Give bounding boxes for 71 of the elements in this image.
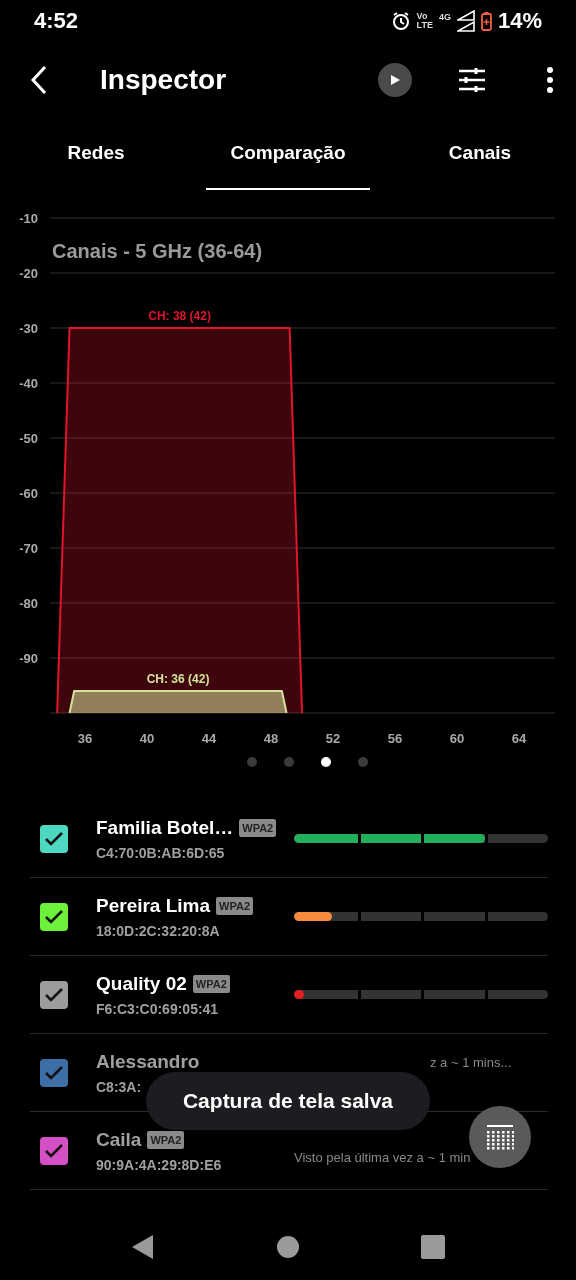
battery-icon bbox=[480, 11, 492, 31]
screen-title: Inspector bbox=[100, 64, 228, 96]
tab[interactable]: Comparação bbox=[206, 118, 370, 190]
last-seen: z a ~ 1 mins... bbox=[430, 1055, 512, 1070]
x-tick-label: 60 bbox=[449, 731, 465, 746]
volte-label: LTE bbox=[416, 21, 433, 30]
security-badge: WPA2 bbox=[147, 1130, 185, 1149]
security-badge: WPA2 bbox=[216, 896, 254, 915]
toast: Captura de tela salva bbox=[146, 1072, 430, 1130]
tab[interactable]: Canais bbox=[398, 118, 562, 190]
x-tick-label: 56 bbox=[387, 731, 403, 746]
check-icon bbox=[44, 1064, 64, 1081]
y-tick-label: -50 bbox=[19, 431, 38, 446]
check-icon bbox=[44, 908, 64, 925]
mac-address: C8:3A: bbox=[96, 1078, 143, 1095]
check-icon bbox=[44, 1142, 64, 1159]
y-tick-label: -40 bbox=[19, 376, 38, 391]
y-tick-label: -10 bbox=[19, 211, 38, 226]
checkbox[interactable] bbox=[40, 1058, 68, 1087]
page-dot[interactable] bbox=[283, 757, 294, 767]
x-tick-label: 44 bbox=[201, 731, 217, 746]
play-button[interactable] bbox=[378, 63, 412, 97]
y-tick-label: -80 bbox=[19, 596, 38, 611]
home-nav-button[interactable] bbox=[277, 1236, 299, 1258]
more-button[interactable] bbox=[546, 67, 554, 93]
y-tick-label: -70 bbox=[19, 541, 38, 556]
play-icon bbox=[389, 74, 401, 86]
alarm-icon bbox=[390, 11, 411, 31]
network-name: Pereira Lima bbox=[96, 894, 211, 917]
y-tick-label: -30 bbox=[19, 321, 38, 336]
back-button[interactable] bbox=[30, 65, 48, 95]
network-name: Quality 02 bbox=[96, 972, 187, 995]
security-badge: WPA2 bbox=[192, 974, 230, 993]
check-icon bbox=[44, 986, 64, 1003]
tab[interactable]: Redes bbox=[14, 118, 178, 190]
signal-icon bbox=[456, 10, 475, 32]
y-tick-label: -60 bbox=[19, 486, 38, 501]
mac-address: 18:0D:2C:32:20:8A bbox=[96, 922, 221, 939]
security-badge: WPA2 bbox=[239, 818, 277, 837]
checkbox[interactable] bbox=[40, 980, 68, 1009]
channel-label: CH: 36 (42) bbox=[146, 672, 210, 686]
x-tick-label: 48 bbox=[263, 731, 279, 746]
last-seen: Visto pela última vez a ~ 1 min bbox=[294, 1150, 471, 1165]
volte-label: Vo bbox=[416, 12, 429, 21]
page-dot[interactable] bbox=[246, 757, 257, 767]
mac-address: 90:9A:4A:29:8D:E6 bbox=[96, 1156, 223, 1173]
mac-address: C4:70:0B:AB:6D:65 bbox=[96, 844, 226, 861]
checkbox[interactable] bbox=[40, 1136, 68, 1165]
x-tick-label: 64 bbox=[511, 731, 527, 746]
grid-icon bbox=[486, 1124, 514, 1150]
checkbox[interactable] bbox=[40, 824, 68, 853]
back-nav-button[interactable] bbox=[131, 1234, 155, 1260]
network-name: Alessandro bbox=[96, 1050, 200, 1073]
network-name: Caila bbox=[96, 1128, 142, 1151]
y-tick-label: -20 bbox=[19, 266, 38, 281]
channel-label: CH: 38 (42) bbox=[148, 309, 211, 323]
filter-button[interactable] bbox=[458, 67, 486, 93]
x-tick-label: 52 bbox=[325, 731, 341, 746]
checkbox[interactable] bbox=[40, 902, 68, 931]
y-tick-label: -90 bbox=[19, 651, 38, 666]
battery-percent: 14% bbox=[497, 8, 542, 34]
page-dot[interactable] bbox=[357, 757, 368, 767]
chart-title: Canais - 5 GHz (36-64) bbox=[52, 240, 263, 262]
network-type: 4G bbox=[438, 12, 451, 22]
check-icon bbox=[44, 830, 64, 847]
status-time: 4:52 bbox=[34, 8, 80, 34]
page-dot[interactable] bbox=[320, 757, 331, 767]
x-tick-label: 40 bbox=[139, 731, 155, 746]
x-tick-label: 36 bbox=[77, 731, 93, 746]
network-name: Familia Botel… bbox=[96, 816, 234, 839]
mac-address: F6:C3:C0:69:05:41 bbox=[96, 1000, 220, 1017]
